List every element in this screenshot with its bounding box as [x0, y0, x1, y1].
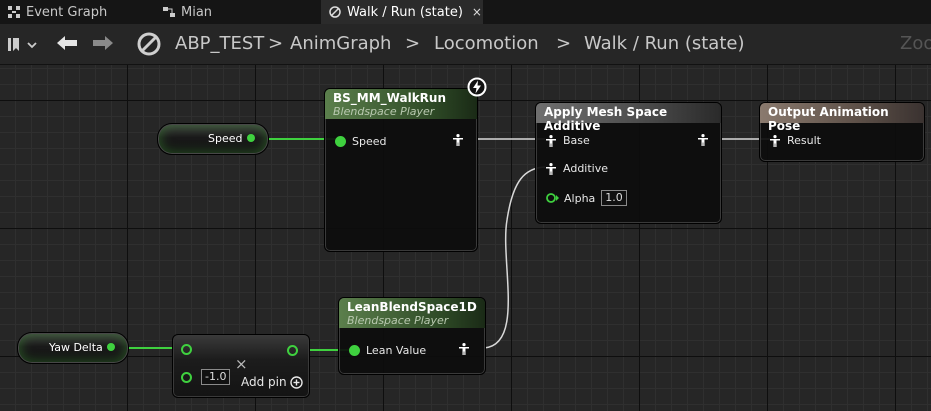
apply-mesh-space-additive-node[interactable]: Apply Mesh Space Additive Base Additive …	[535, 102, 722, 224]
node-title: Apply Mesh Space Additive	[544, 105, 668, 133]
speed-input-pin[interactable]: Speed	[335, 135, 386, 148]
base-input-pin[interactable]: Base	[546, 134, 590, 147]
additive-input-pin[interactable]: Additive	[546, 162, 608, 175]
pin-label: Base	[563, 134, 590, 147]
node-title: Output Animation Pose	[768, 105, 889, 133]
remove-pin-icon[interactable]: ×	[235, 355, 248, 373]
pose-output-icon[interactable]	[453, 134, 463, 146]
multiply-output-pin[interactable]	[287, 345, 298, 356]
float-pin-icon	[335, 136, 346, 147]
pin-label: Speed	[352, 135, 387, 148]
node-subtitle: Blendspace Player	[333, 105, 435, 118]
result-input-pin[interactable]: Result	[770, 134, 821, 147]
node-title: BS_MM_WalkRun	[333, 91, 446, 105]
multiplier-value-field[interactable]: -1.0	[201, 369, 231, 385]
float-pin-icon	[546, 193, 559, 203]
pose-input-icon	[770, 134, 780, 147]
a-input-pin[interactable]	[181, 344, 192, 355]
float-pin-icon	[349, 345, 360, 356]
pose-output-icon[interactable]	[698, 134, 708, 146]
pose-input-icon	[546, 162, 556, 175]
lean-value-input-pin[interactable]: Lean Value	[349, 344, 426, 357]
node-header: LeanBlendSpace1D Blendspace Player	[339, 298, 485, 328]
pose-input-icon	[546, 134, 556, 147]
pin-label: Result	[787, 134, 821, 147]
alpha-value-field[interactable]: 1.0	[601, 190, 627, 206]
output-animation-pose-node[interactable]: Output Animation Pose Result	[759, 102, 925, 162]
yaw-delta-output-pin[interactable]	[107, 343, 115, 351]
node-header: Output Animation Pose	[760, 103, 924, 133]
node-header: BS_MM_WalkRun Blendspace Player	[325, 89, 477, 119]
pin-label: Lean Value	[366, 344, 427, 357]
variable-label: Speed	[208, 132, 243, 145]
alpha-input-pin[interactable]: Alpha 1.0	[546, 190, 627, 206]
b-input-pin[interactable]	[181, 372, 192, 383]
node-title: LeanBlendSpace1D	[347, 300, 477, 314]
speed-variable-node[interactable]: Speed	[157, 123, 269, 155]
add-pin-icon[interactable]	[290, 376, 303, 389]
fast-path-icon	[467, 77, 487, 97]
yaw-delta-variable-node[interactable]: Yaw Delta	[17, 332, 129, 364]
pin-label: Additive	[563, 162, 608, 175]
speed-output-pin[interactable]	[247, 134, 255, 142]
walkrun-blendspace-node[interactable]: BS_MM_WalkRun Blendspace Player Speed	[324, 88, 478, 252]
variable-label: Yaw Delta	[49, 341, 103, 354]
node-header: Apply Mesh Space Additive	[536, 103, 721, 133]
add-pin-label[interactable]: Add pin	[241, 375, 287, 389]
pose-output-icon[interactable]	[459, 343, 469, 355]
pin-label: Alpha	[564, 191, 596, 205]
node-subtitle: Blendspace Player	[347, 314, 449, 327]
lean-blendspace-node[interactable]: LeanBlendSpace1D Blendspace Player Lean …	[338, 297, 486, 375]
multiply-node[interactable]: -1.0 × Add pin	[172, 334, 310, 398]
